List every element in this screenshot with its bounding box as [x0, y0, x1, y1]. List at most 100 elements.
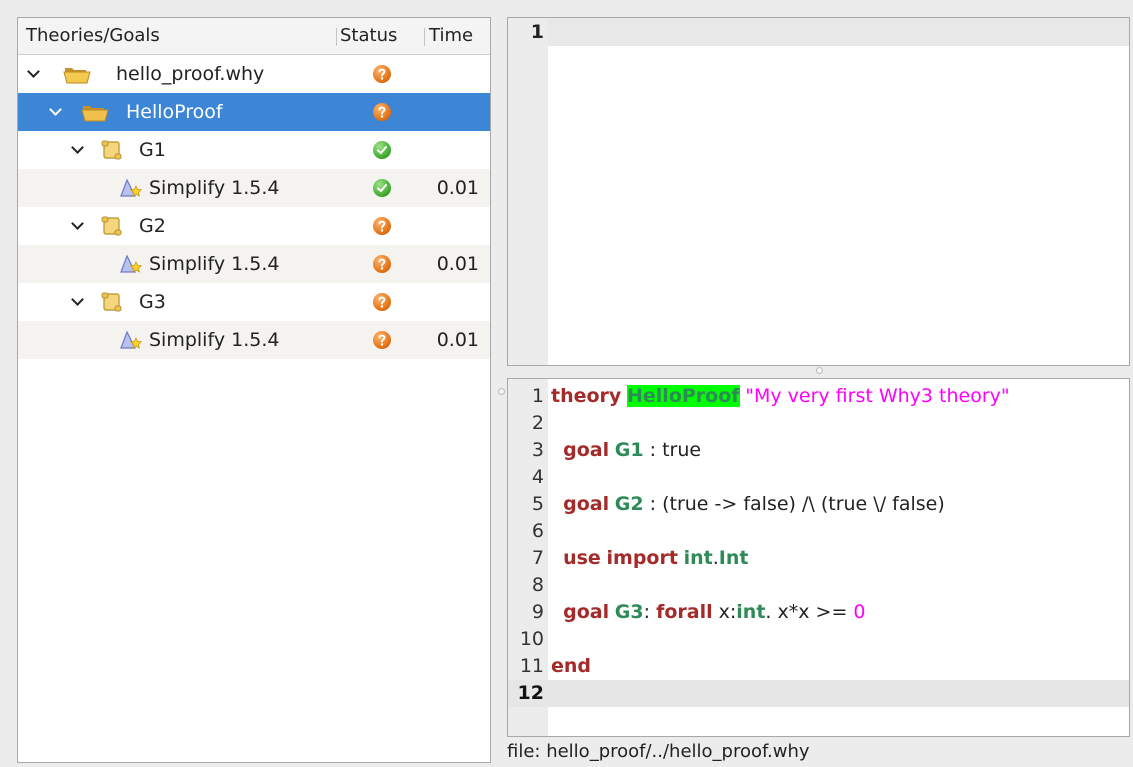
chevron-down-icon[interactable] [70, 283, 84, 321]
code-token: theory [551, 385, 622, 407]
tree-row-label: Simplify 1.5.4 [149, 177, 280, 199]
code-token: "My very first Why3 theory" [745, 385, 1010, 407]
tree-row-time: 0.01 [436, 253, 479, 275]
code-token: goal [563, 493, 610, 515]
code-token: : [643, 601, 657, 623]
tree-row-goal[interactable]: G1 [18, 131, 490, 169]
source-line[interactable]: 7 use import int.Int [508, 545, 1129, 572]
line-number: 12 [517, 682, 544, 704]
chevron-down-icon[interactable] [70, 207, 84, 245]
prover-star-icon [118, 245, 144, 283]
question-icon [371, 207, 393, 245]
source-line[interactable]: 10 [508, 626, 1129, 653]
scroll-icon [100, 207, 124, 245]
tree-row-file[interactable]: hello_proof.why [18, 55, 490, 93]
code-token: goal [563, 439, 610, 461]
line-number: 5 [531, 493, 544, 515]
source-line[interactable]: 9 goal G3: forall x:int. x*x >= 0 [508, 599, 1129, 626]
source-line[interactable]: 1 theory HelloProof "My very first Why3 the… [508, 383, 1129, 410]
tree-row-time: 0.01 [436, 177, 479, 199]
source-line[interactable]: 2 [508, 410, 1129, 437]
source-line[interactable]: 6 [508, 518, 1129, 545]
code-token: 0 [853, 601, 866, 623]
code-token: G1 [614, 439, 644, 461]
scroll-icon [100, 283, 124, 321]
code-text: use import int.Int [551, 545, 748, 572]
source-line[interactable]: 12 [508, 680, 1129, 707]
tree-row-prover[interactable]: Simplify 1.5.4 0.01 [18, 245, 490, 283]
current-line-highlight [548, 18, 1129, 46]
tree-row-label: HelloProof [126, 101, 223, 123]
code-text: end [551, 653, 591, 680]
code-text: goal G2 : (true -> false) /\ (true \/ fal… [551, 491, 945, 518]
line-number: 4 [531, 466, 544, 488]
chevron-down-icon[interactable] [26, 55, 40, 93]
column-separator [336, 28, 337, 46]
source-line[interactable]: 11 end [508, 653, 1129, 680]
code-token: end [551, 655, 592, 677]
code-token: use [563, 547, 601, 569]
line-number: 1 [531, 385, 544, 407]
line-number: 7 [531, 547, 544, 569]
column-header-time[interactable]: Time [429, 18, 473, 54]
code-token: import [606, 547, 678, 569]
line-number: 1 [530, 21, 544, 43]
prover-star-icon [118, 169, 144, 207]
code-token: x: [712, 601, 737, 623]
line-number: 3 [531, 439, 544, 461]
code-token: int [683, 547, 713, 569]
chevron-down-icon[interactable] [70, 131, 84, 169]
tree-row-prover[interactable]: Simplify 1.5.4 0.01 [18, 321, 490, 359]
source-line[interactable]: 3 goal G1 : true [508, 437, 1129, 464]
line-number: 9 [531, 601, 544, 623]
tree-row-goal[interactable]: G2 [18, 207, 490, 245]
question-icon [371, 55, 393, 93]
pane-resize-handle[interactable] [816, 367, 823, 374]
tree-row-label: G2 [139, 215, 166, 237]
tree-row-label: Simplify 1.5.4 [149, 329, 280, 351]
code-token: G2 [614, 493, 644, 515]
tree-row-label: G3 [139, 291, 166, 313]
tree-row-label: G1 [139, 139, 166, 161]
chevron-down-icon[interactable] [48, 93, 62, 131]
code-text: goal G3: forall x:int. x*x >= 0 [551, 599, 866, 626]
source-line[interactable]: 5 goal G2 : (true -> false) /\ (true \/ f… [508, 491, 1129, 518]
tree-row-label: Simplify 1.5.4 [149, 253, 280, 275]
code-token: Int [718, 547, 749, 569]
question-icon [371, 283, 393, 321]
line-number: 2 [531, 412, 544, 434]
question-icon [371, 321, 393, 359]
folder-open-icon [80, 93, 110, 131]
tree-row-theory[interactable]: HelloProof [18, 93, 490, 131]
code-token: : true [643, 439, 702, 461]
column-header-theories-goals[interactable]: Theories/Goals [26, 18, 160, 54]
tree-header: Theories/Goals Status Time [18, 18, 490, 55]
column-header-status[interactable]: Status [340, 18, 397, 54]
line-number: 6 [531, 520, 544, 542]
source-line[interactable]: 8 [508, 572, 1129, 599]
checkmark-icon [371, 169, 393, 207]
code-token: goal [563, 601, 610, 623]
pane-resize-handle-left[interactable] [498, 388, 505, 395]
code-token: int [736, 601, 766, 623]
line-number: 11 [519, 655, 544, 677]
column-separator [424, 28, 425, 46]
code-token: forall [656, 601, 713, 623]
line-number: 8 [531, 574, 544, 596]
tree-row-prover[interactable]: Simplify 1.5.4 0.01 [18, 169, 490, 207]
tree-row-label: hello_proof.why [116, 63, 265, 85]
source-view[interactable]: 1 theory HelloProof "My very first Why3 the… [507, 378, 1130, 737]
checkmark-icon [371, 131, 393, 169]
question-icon [371, 93, 393, 131]
tree-row-time: 0.01 [436, 329, 479, 351]
proof-tree-panel: Theories/Goals Status Time hello_proof.w… [17, 17, 491, 763]
tree-row-goal[interactable]: G3 [18, 283, 490, 321]
source-line[interactable]: 4 [508, 464, 1129, 491]
code-text: theory HelloProof "My very first Why3 theo… [551, 383, 1010, 410]
code-text: goal G1 : true [551, 437, 701, 464]
prover-star-icon [118, 321, 144, 359]
task-view[interactable]: 1 [507, 17, 1130, 366]
